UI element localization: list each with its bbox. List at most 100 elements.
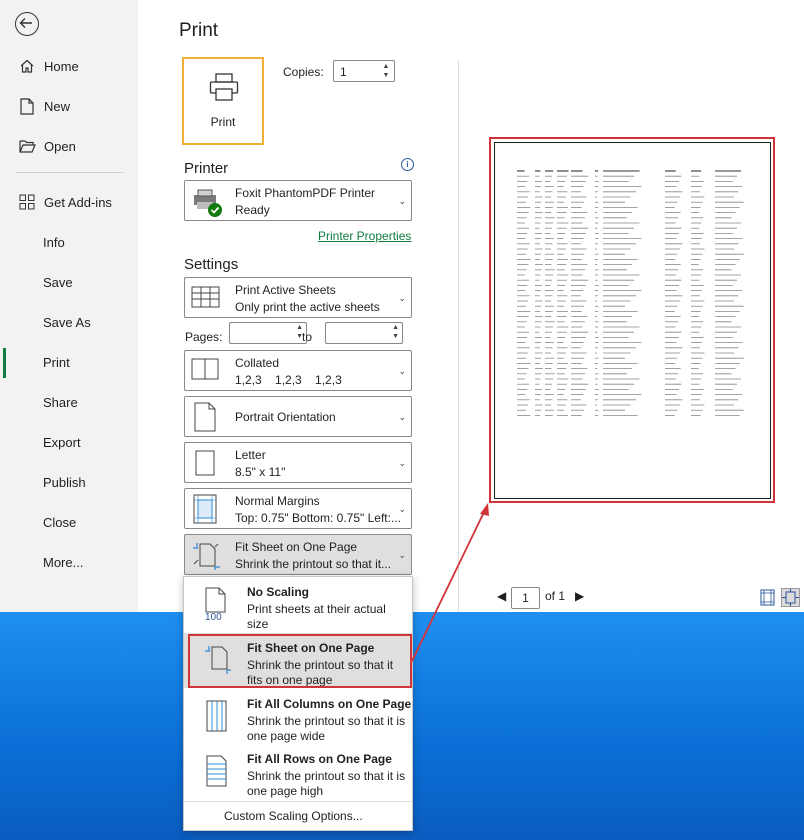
nav-label: Home	[44, 58, 79, 74]
margins-sub: Top: 0.75" Bottom: 0.75" Left:...	[235, 511, 401, 525]
nav-label: New	[44, 98, 71, 114]
print-what-dropdown[interactable]: Print Active Sheets Only print the activ…	[184, 277, 412, 318]
copies-value: 1	[340, 65, 347, 79]
margins-dropdown[interactable]: Normal Margins Top: 0.75" Bottom: 0.75" …	[184, 488, 412, 529]
scaling-dropdown[interactable]: Fit Sheet on One Page Shrink the printou…	[184, 534, 412, 575]
previous-page-icon[interactable]: ◀	[497, 589, 506, 603]
nav-label: Info	[43, 234, 65, 250]
printer-dropdown[interactable]: Foxit PhantomPDF Printer Ready ⌄	[184, 180, 412, 221]
next-page-icon[interactable]: ▶	[575, 589, 584, 603]
menu-item-fit-columns[interactable]: Fit All Columns on One Page Shrink the p…	[184, 689, 412, 744]
show-margins-icon[interactable]	[760, 589, 776, 606]
chevron-down-icon: ⌄	[398, 458, 406, 468]
nav-close[interactable]: Close	[0, 504, 138, 540]
print-button-label: Print	[210, 115, 236, 129]
chevron-down-icon: ⌄	[398, 366, 406, 376]
chevron-down-icon: ⌄	[398, 293, 406, 303]
pages-to-input[interactable]: ▲ ▼	[325, 322, 403, 344]
nav-get-add-ins[interactable]: Get Add-ins	[0, 184, 138, 220]
pages-label: Pages:	[185, 330, 223, 344]
page-title: Print	[179, 20, 219, 41]
pane-divider	[458, 60, 459, 612]
nav-more[interactable]: More...	[0, 544, 138, 580]
pages-to-label: to	[302, 330, 313, 344]
nav-label: Close	[43, 514, 77, 530]
paper-size-sub: 8.5" x 11"	[235, 465, 286, 479]
scaling-menu: 100 No Scaling Print sheets at their act…	[183, 576, 413, 831]
portrait-page-icon	[191, 402, 221, 432]
scaling-main: Fit Sheet on One Page	[235, 540, 358, 554]
printer-ready-icon	[191, 186, 222, 217]
margins-icon	[191, 494, 221, 524]
nav-divider	[16, 172, 124, 173]
menu-item-title: No Scaling	[247, 585, 310, 599]
nav-label: Open	[44, 138, 76, 154]
page-count-label: of 1	[545, 589, 566, 603]
spin-down-icon[interactable]: ▼	[392, 333, 399, 340]
nav-label: More...	[43, 554, 84, 570]
nav-label: Print	[43, 354, 70, 370]
menu-item-desc: Print sheets at their actual size	[247, 602, 386, 631]
no-scaling-icon-text: 100	[205, 612, 222, 621]
collated-pages-icon	[191, 356, 221, 386]
print-what-main: Print Active Sheets	[235, 283, 336, 297]
nav-home[interactable]: Home	[0, 48, 138, 84]
preview-page	[494, 142, 771, 499]
printer-icon	[209, 73, 239, 101]
fit-columns-icon	[204, 699, 230, 732]
margins-main: Normal Margins	[235, 494, 320, 508]
collation-dropdown[interactable]: Collated 1,2,3 1,2,3 1,2,3 ⌄	[184, 350, 412, 391]
menu-item-desc: Shrink the printout so that it is one pa…	[247, 714, 406, 743]
paper-size-dropdown[interactable]: Letter 8.5" x 11" ⌄	[184, 442, 412, 483]
info-icon[interactable]: i	[401, 158, 414, 171]
nav-label: Publish	[43, 474, 86, 490]
spin-down-icon[interactable]: ▼	[381, 71, 391, 81]
nav-print[interactable]: Print	[0, 344, 138, 380]
spin-up-icon[interactable]: ▲	[392, 324, 399, 331]
nav-share[interactable]: Share	[0, 384, 138, 420]
chevron-down-icon: ⌄	[398, 504, 406, 514]
pages-from-input[interactable]: ▲ ▼	[229, 322, 307, 344]
sheet-grid-icon	[191, 283, 221, 313]
scaling-sub: Shrink the printout so that it...	[235, 557, 392, 571]
menu-item-fit-rows[interactable]: Fit All Rows on One Page Shrink the prin…	[184, 744, 412, 799]
fit-rows-icon	[204, 754, 230, 787]
custom-scaling-options[interactable]: Custom Scaling Options...	[224, 809, 363, 823]
menu-divider	[184, 801, 412, 802]
new-document-icon	[18, 97, 36, 115]
open-folder-icon	[18, 137, 36, 155]
menu-item-no-scaling[interactable]: 100 No Scaling Print sheets at their act…	[184, 577, 412, 632]
collation-main: Collated	[235, 356, 280, 370]
nav-save-as[interactable]: Save As	[0, 304, 138, 340]
page-number-input[interactable]: 1	[511, 587, 540, 609]
zoom-to-page-icon[interactable]	[781, 588, 800, 607]
orientation-value: Portrait Orientation	[235, 410, 336, 424]
nav-label: Share	[43, 394, 78, 410]
nav-label: Save As	[43, 314, 91, 330]
menu-item-title: Fit All Columns on One Page	[247, 697, 412, 711]
paper-size-icon	[191, 448, 221, 478]
nav-export[interactable]: Export	[0, 424, 138, 460]
printer-properties-link[interactable]: Printer Properties	[318, 229, 411, 243]
nav-publish[interactable]: Publish	[0, 464, 138, 500]
copies-label: Copies:	[283, 65, 324, 79]
nav-info[interactable]: Info	[0, 224, 138, 260]
add-ins-grid-icon	[18, 193, 36, 211]
nav-label: Save	[43, 274, 73, 290]
preview-sheet-content	[517, 170, 744, 416]
back-arrow-icon[interactable]	[15, 12, 39, 36]
nav-new[interactable]: New	[0, 88, 138, 124]
no-scaling-icon: 100	[204, 587, 230, 623]
nav-save[interactable]: Save	[0, 264, 138, 300]
menu-item-desc: Shrink the printout so that it is one pa…	[247, 769, 406, 798]
print-button[interactable]: Print	[182, 57, 264, 145]
copies-spinner[interactable]: 1 ▲ ▼	[333, 60, 395, 82]
orientation-dropdown[interactable]: Portrait Orientation ⌄	[184, 396, 412, 437]
nav-label: Export	[43, 434, 81, 450]
selection-highlight-box	[188, 634, 412, 688]
active-indicator	[3, 348, 6, 378]
paper-size-main: Letter	[235, 448, 266, 462]
nav-open[interactable]: Open	[0, 128, 138, 164]
fit-sheet-icon	[191, 540, 221, 570]
chevron-down-icon: ⌄	[398, 196, 406, 206]
